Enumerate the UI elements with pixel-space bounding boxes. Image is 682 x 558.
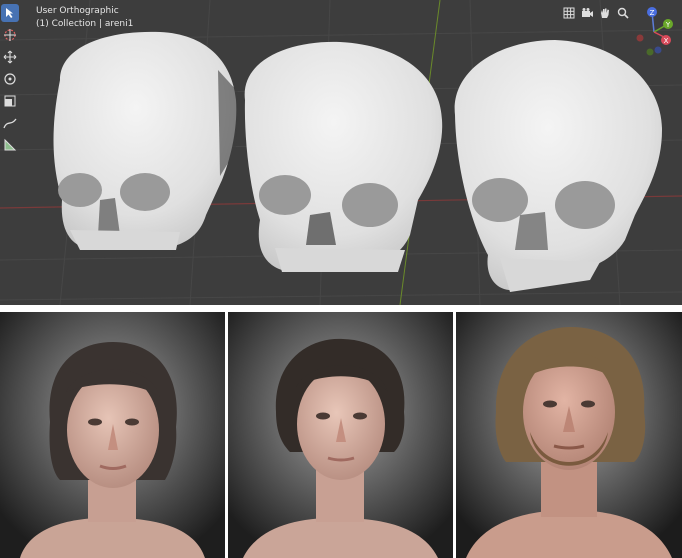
camera-icon[interactable] [580,6,594,20]
viewport-nav-icons [562,6,630,20]
neg-x-handle [636,34,644,42]
crosshair-icon [4,29,16,41]
tool-shelf [0,4,20,158]
y-axis-label: Y [665,21,671,29]
hand-icon[interactable] [598,6,612,20]
move-arrows-icon [3,50,17,64]
skull-model-2[interactable] [244,41,443,272]
collection-label: (1) Collection | areni1 [36,19,134,29]
3d-cursor-tool[interactable] [1,26,19,44]
reconstruction-face-2 [228,312,453,558]
reconstruction-face-3 [456,312,682,558]
measure-tool[interactable] [1,136,19,154]
pencil-icon [3,118,17,129]
3d-viewport[interactable]: User Orthographic (1) Collection | areni… [0,0,682,305]
image-divider [0,305,682,312]
skull-model-1[interactable] [53,31,238,251]
viewport-scene [0,0,682,305]
facial-reconstructions [0,312,682,558]
reconstruction-panel-1 [0,312,225,558]
skull-model-3[interactable] [454,40,662,292]
scale-tool[interactable] [1,92,19,110]
reconstruction-face-1 [0,312,225,558]
rotate-icon [4,73,16,85]
select-box-tool[interactable] [1,4,19,22]
annotate-tool[interactable] [1,114,19,132]
rotate-tool[interactable] [1,70,19,88]
ruler-icon [4,138,17,151]
cursor-arrow-icon [6,8,13,18]
x-axis-label: X [664,37,669,45]
view-name-label: User Orthographic [36,6,119,16]
grid-icon[interactable] [562,6,576,20]
scale-icon [4,95,16,107]
navigation-gizmo[interactable]: Z Y X [628,4,680,60]
neg-z-handle [654,46,662,54]
reconstruction-panel-2 [228,312,453,558]
neg-y-handle [646,48,654,56]
reconstruction-panel-3 [456,312,682,558]
z-axis-label: Z [650,9,655,17]
move-tool[interactable] [1,48,19,66]
